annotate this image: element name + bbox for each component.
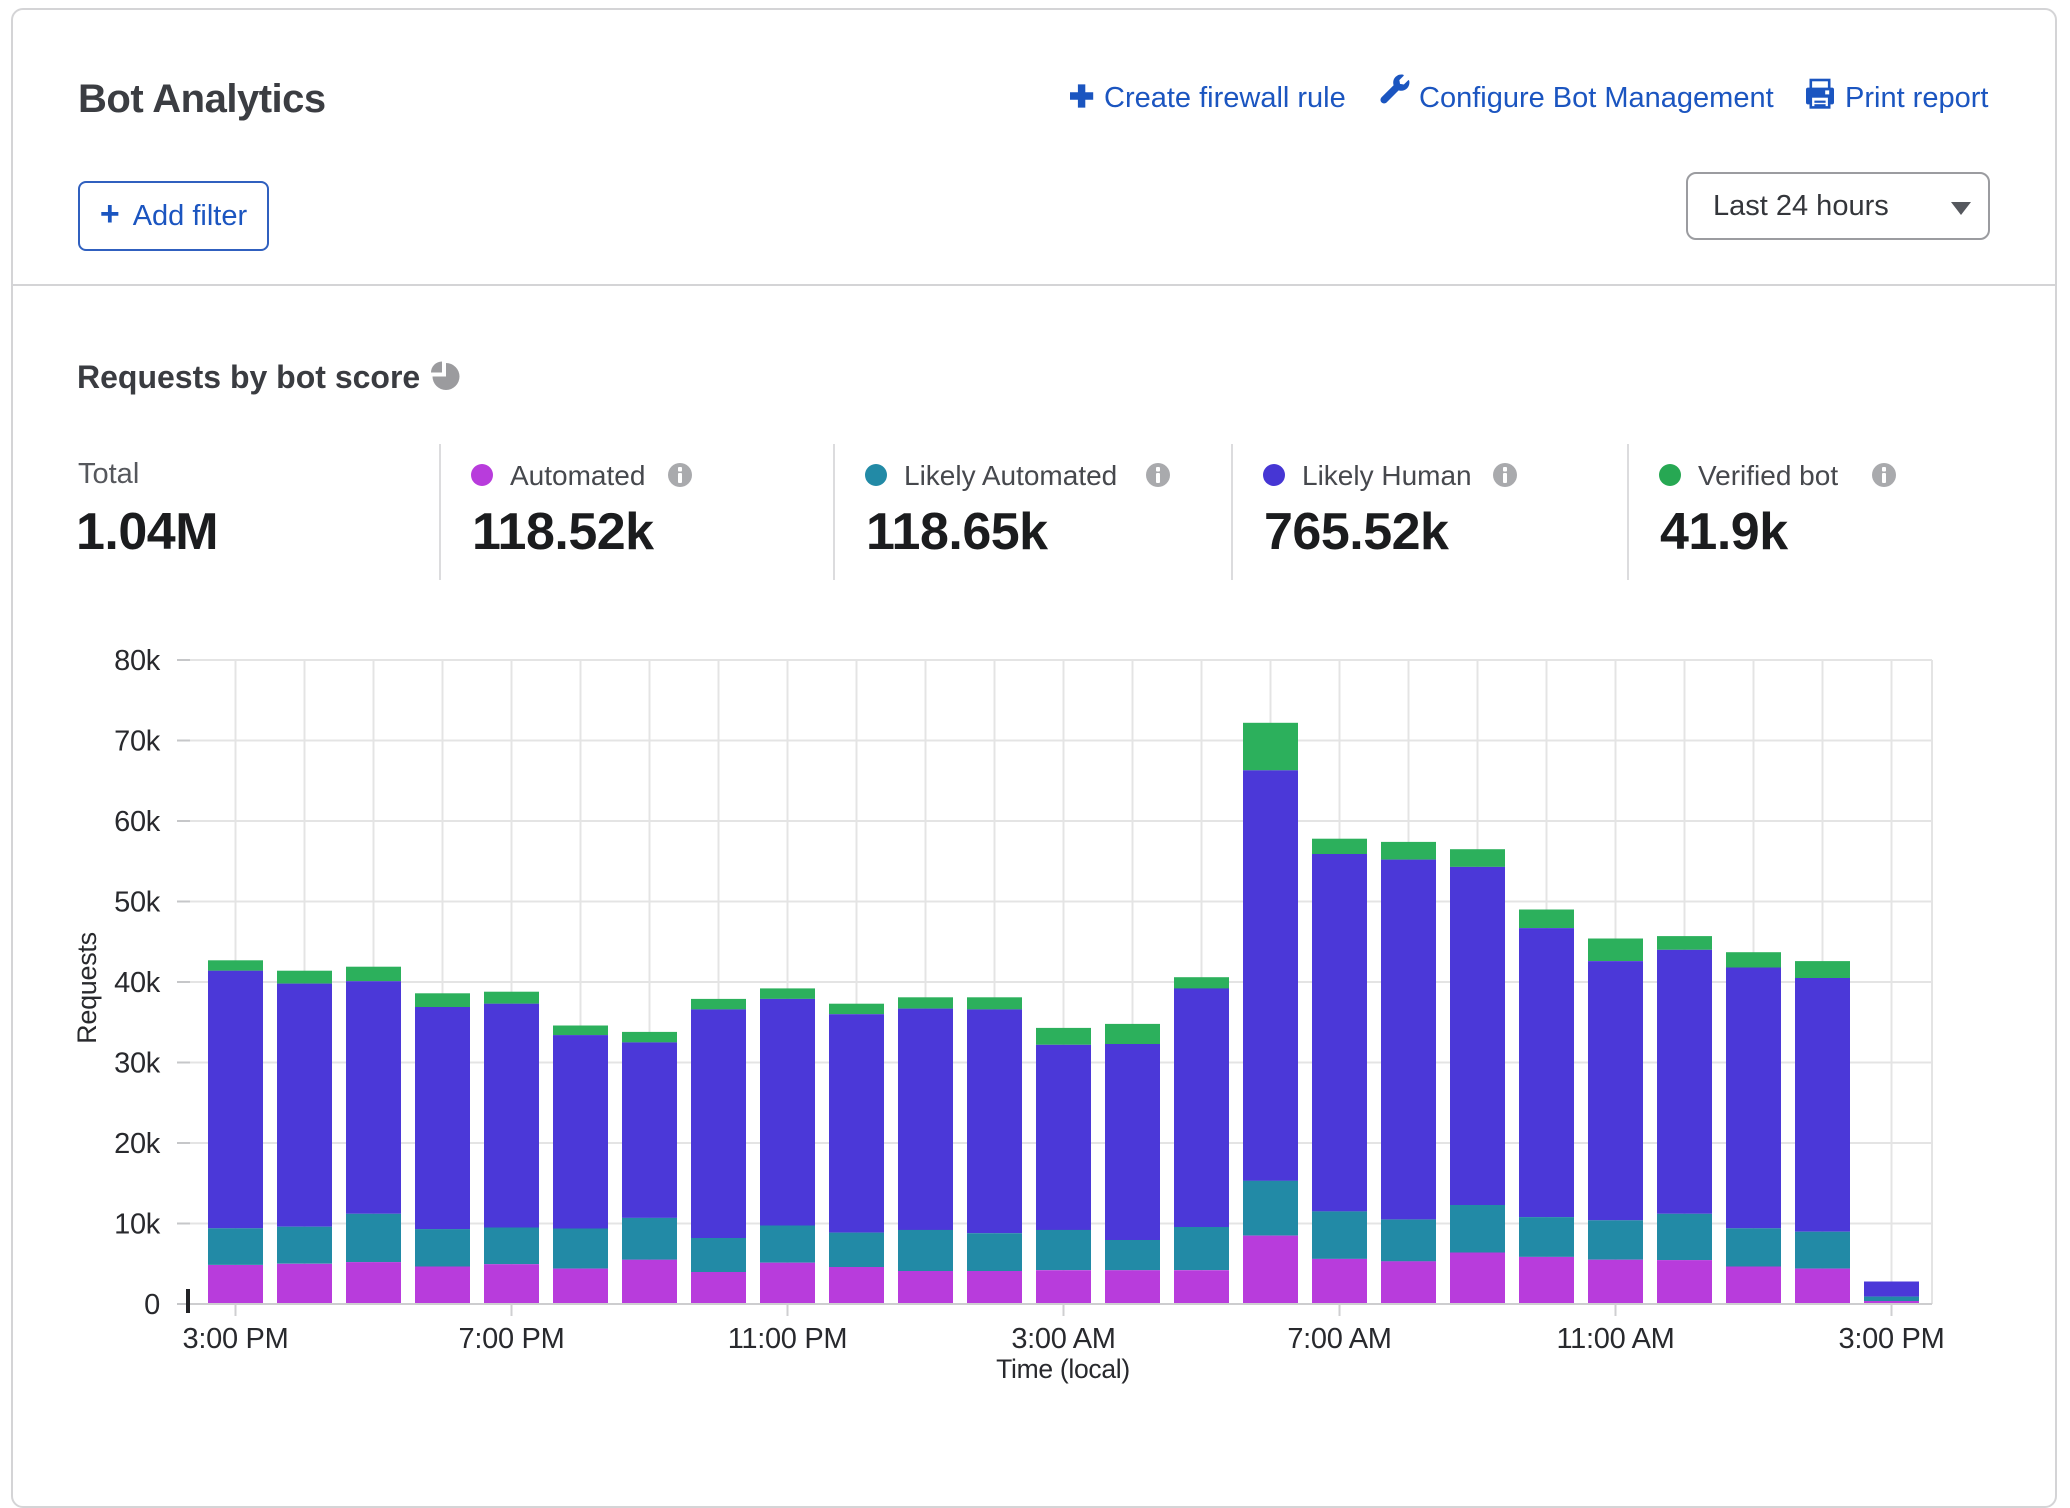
svg-text:20k: 20k [114, 1128, 161, 1160]
svg-text:50k: 50k [114, 887, 161, 919]
svg-text:Time (local): Time (local) [996, 1354, 1130, 1384]
svg-text:3:00 AM: 3:00 AM [1011, 1323, 1115, 1355]
svg-text:7:00 PM: 7:00 PM [459, 1323, 565, 1355]
svg-text:30k: 30k [114, 1048, 161, 1080]
svg-text:Requests: Requests [72, 932, 102, 1044]
svg-text:3:00 PM: 3:00 PM [183, 1323, 289, 1355]
svg-text:60k: 60k [114, 806, 161, 838]
svg-text:11:00 PM: 11:00 PM [728, 1323, 848, 1355]
svg-text:0: 0 [144, 1289, 160, 1321]
svg-text:80k: 80k [114, 645, 161, 677]
svg-text:7:00 AM: 7:00 AM [1287, 1323, 1391, 1355]
svg-text:70k: 70k [114, 726, 161, 758]
svg-text:3:00 PM: 3:00 PM [1839, 1323, 1945, 1355]
svg-text:10k: 10k [114, 1209, 161, 1241]
svg-text:11:00 AM: 11:00 AM [1557, 1323, 1675, 1355]
svg-text:40k: 40k [114, 967, 161, 999]
